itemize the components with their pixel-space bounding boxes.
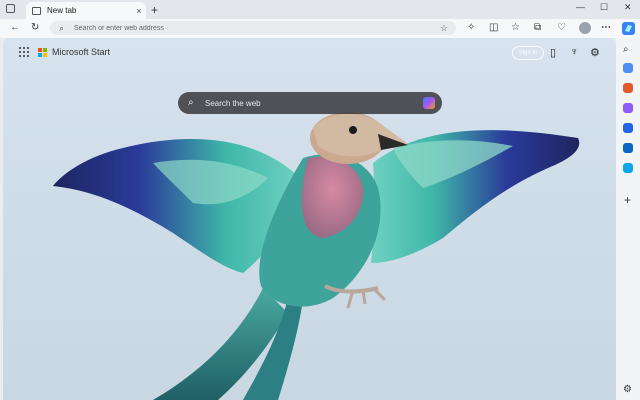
split-screen-icon[interactable]: ◫ — [489, 22, 498, 34]
new-tab-button[interactable]: + — [151, 3, 158, 17]
copilot-icon[interactable] — [622, 22, 635, 35]
more-options-icon[interactable]: ⋯ — [601, 22, 611, 34]
tab-actions-icon[interactable] — [6, 4, 15, 13]
sidebar-settings-icon[interactable]: ⚙ — [623, 384, 632, 396]
search-icon: ⌕ — [188, 97, 194, 108]
add-favorite-icon[interactable]: ☆ — [440, 23, 448, 34]
add-sidebar-app-button[interactable]: + — [624, 194, 631, 206]
copilot-icon[interactable] — [423, 97, 435, 109]
phone-icon[interactable]: ▯ — [550, 46, 556, 59]
search-icon[interactable]: ⌕ — [623, 44, 629, 56]
tab-page-icon — [32, 6, 41, 15]
settings-icon[interactable]: ⚙ — [590, 46, 600, 59]
browser-essentials-icon[interactable]: ♡ — [557, 22, 566, 34]
edge-sidebar: ⌕ + ⚙ — [616, 38, 640, 400]
profile-avatar[interactable] — [579, 22, 591, 34]
microsoft-logo-icon — [38, 48, 47, 57]
shopping-icon[interactable] — [623, 63, 633, 73]
outlook-icon[interactable] — [623, 143, 633, 153]
web-search-box[interactable]: ⌕ — [178, 92, 442, 114]
minimize-button[interactable]: — — [576, 2, 585, 12]
microsoft-365-icon[interactable] — [623, 123, 633, 133]
tab-title: New tab — [47, 6, 77, 15]
address-input[interactable] — [74, 21, 434, 35]
rewards-icon[interactable]: ♆ — [570, 46, 578, 58]
sign-in-button[interactable]: Sign in — [512, 46, 544, 60]
tools-icon[interactable] — [623, 83, 633, 93]
close-window-button[interactable]: ✕ — [624, 2, 632, 13]
brand-title[interactable]: Microsoft Start — [52, 47, 110, 57]
favorites-icon[interactable]: ☆ — [511, 22, 520, 34]
web-search-input[interactable] — [205, 92, 405, 114]
maximize-button[interactable]: ☐ — [600, 2, 608, 13]
games-icon[interactable] — [623, 103, 633, 113]
tab-new-tab[interactable]: New tab × — [26, 2, 146, 19]
drop-icon[interactable] — [623, 163, 633, 173]
title-bar: New tab × + — ☐ ✕ — [0, 0, 640, 19]
search-icon: ⌕ — [59, 23, 65, 33]
collections-icon[interactable]: ⧉ — [534, 22, 541, 34]
close-tab-button[interactable]: × — [132, 6, 146, 16]
refresh-button[interactable]: ↻ — [31, 22, 39, 34]
address-bar[interactable]: ⌕ ☆ — [50, 21, 456, 35]
apps-launcher-icon[interactable] — [19, 47, 29, 57]
extensions-icon[interactable]: ✧ — [467, 22, 475, 34]
back-button[interactable]: ← — [10, 22, 20, 34]
new-tab-page: Microsoft Start Sign in ▯ ♆ ⚙ ⌕ — [3, 38, 616, 400]
